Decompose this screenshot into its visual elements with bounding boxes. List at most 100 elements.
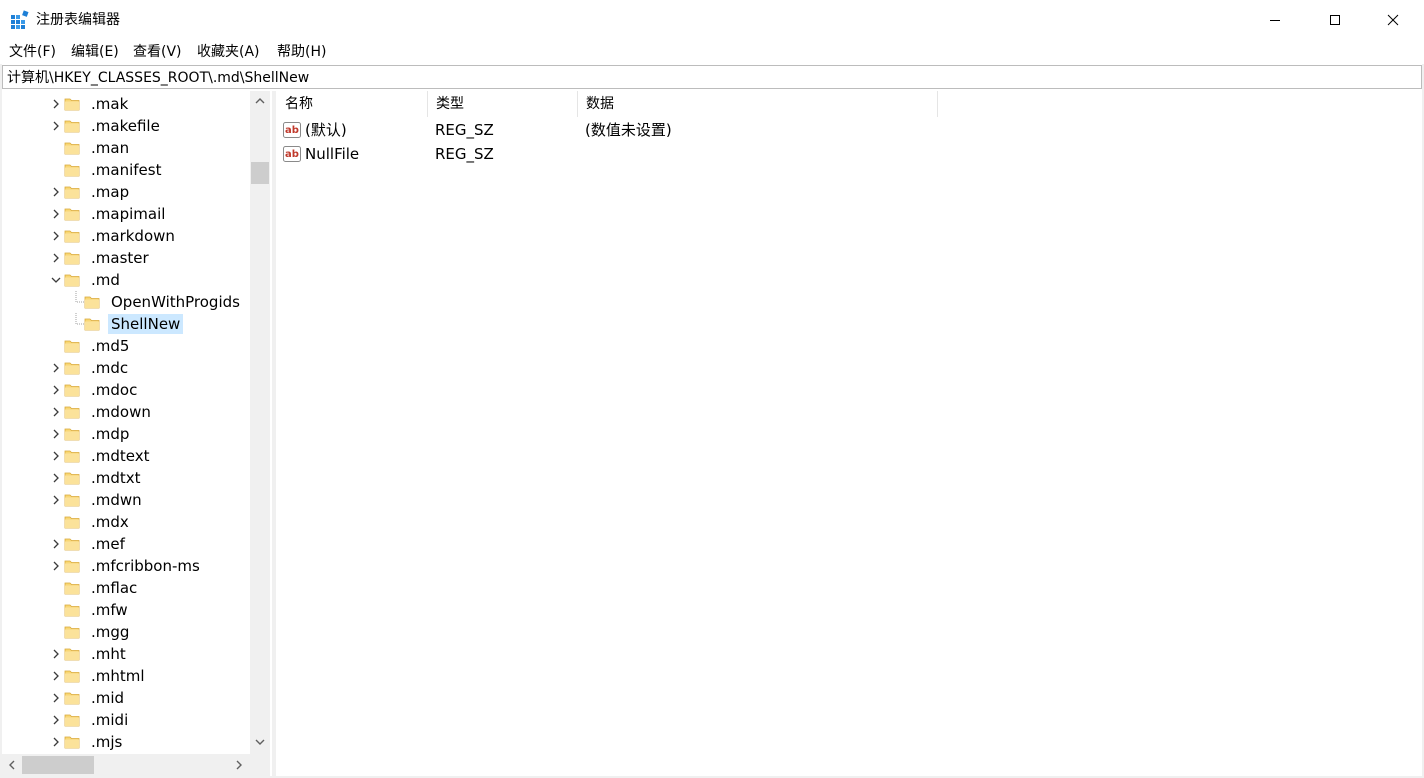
tree-item[interactable]: ShellNew xyxy=(2,313,250,335)
scroll-down-icon[interactable] xyxy=(255,737,265,747)
tree-item[interactable]: .mflac xyxy=(2,577,250,599)
tree-item[interactable]: .markdown xyxy=(2,225,250,247)
expand-chevron-icon[interactable] xyxy=(48,93,64,115)
minimize-button[interactable] xyxy=(1246,0,1304,40)
tree-item[interactable]: .mgg xyxy=(2,621,250,643)
tree-item[interactable]: .mhtml xyxy=(2,665,250,687)
tree-item[interactable]: .man xyxy=(2,137,250,159)
expand-chevron-icon[interactable] xyxy=(48,533,64,555)
tree-item[interactable]: .master xyxy=(2,247,250,269)
tree-item[interactable]: .md5 xyxy=(2,335,250,357)
expand-chevron-icon[interactable] xyxy=(48,423,64,445)
tree-vertical-scroll-thumb[interactable] xyxy=(251,162,269,184)
address-path[interactable]: 计算机\HKEY_CLASSES_ROOT\.md\ShellNew xyxy=(7,68,309,88)
expand-chevron-icon[interactable] xyxy=(48,555,64,577)
tree-item[interactable]: .md xyxy=(2,269,250,291)
column-header-name[interactable]: 名称 xyxy=(277,91,428,117)
expand-chevron-icon[interactable] xyxy=(48,247,64,269)
collapse-chevron-icon[interactable] xyxy=(48,269,64,291)
tree-item-label: .mfw xyxy=(91,601,128,619)
tree-item[interactable]: .mef xyxy=(2,533,250,555)
maximize-button[interactable] xyxy=(1306,0,1364,40)
tree-item-label: .mhtml xyxy=(91,667,145,685)
folder-icon xyxy=(64,274,80,287)
close-button[interactable] xyxy=(1364,0,1422,40)
menu-bar: 文件(F) 编辑(E) 查看(V) 收藏夹(A) 帮助(H) xyxy=(0,40,1424,64)
expand-chevron-icon[interactable] xyxy=(48,181,64,203)
expand-chevron-icon[interactable] xyxy=(48,643,64,665)
folder-icon xyxy=(64,494,80,507)
menu-file[interactable]: 文件(F) xyxy=(9,43,56,61)
folder-icon xyxy=(64,582,80,595)
expand-chevron-icon[interactable] xyxy=(48,225,64,247)
tree-item[interactable]: .mjs xyxy=(2,731,250,753)
value-row[interactable]: ab NullFile REG_SZ xyxy=(277,142,1377,166)
menu-favorites[interactable]: 收藏夹(A) xyxy=(197,43,260,61)
scroll-up-icon[interactable] xyxy=(255,96,265,106)
folder-icon xyxy=(64,670,80,683)
svg-text:ab: ab xyxy=(285,125,299,136)
tree-item[interactable]: .mdtext xyxy=(2,445,250,467)
tree-item[interactable]: .makefile xyxy=(2,115,250,137)
tree-item[interactable]: .mfcribbon-ms xyxy=(2,555,250,577)
tree-item[interactable]: .mdx xyxy=(2,511,250,533)
expand-chevron-icon[interactable] xyxy=(48,401,64,423)
values-list[interactable]: 名称 类型 数据 ab (默认) REG_SZ (数值未设置) ab NullF… xyxy=(277,91,1422,776)
close-icon xyxy=(1387,14,1399,26)
scroll-left-icon[interactable] xyxy=(7,760,17,770)
expand-chevron-icon[interactable] xyxy=(48,467,64,489)
tree-item-label: ShellNew xyxy=(108,314,184,334)
tree-item-label: .markdown xyxy=(91,227,175,245)
tree-item[interactable]: .midi xyxy=(2,709,250,731)
tree-item[interactable]: .mapimail xyxy=(2,203,250,225)
folder-icon xyxy=(64,604,80,617)
tree-horizontal-scroll-thumb[interactable] xyxy=(22,756,94,774)
expand-chevron-icon[interactable] xyxy=(48,665,64,687)
expand-chevron-icon[interactable] xyxy=(48,489,64,511)
folder-icon xyxy=(64,186,80,199)
tree-item[interactable]: .mdoc xyxy=(2,379,250,401)
tree-item[interactable]: .mfw xyxy=(2,599,250,621)
expand-chevron-icon[interactable] xyxy=(48,731,64,753)
tree-item[interactable]: .mak xyxy=(2,93,250,115)
folder-icon xyxy=(84,296,100,309)
string-value-icon: ab xyxy=(283,146,301,162)
expand-chevron-icon[interactable] xyxy=(48,357,64,379)
expand-chevron-icon[interactable] xyxy=(48,379,64,401)
tree-item[interactable]: .mdp xyxy=(2,423,250,445)
menu-edit[interactable]: 编辑(E) xyxy=(71,43,119,61)
tree-horizontal-scrollbar[interactable] xyxy=(2,754,250,776)
value-row[interactable]: ab (默认) REG_SZ (数值未设置) xyxy=(277,118,1377,142)
expand-chevron-icon[interactable] xyxy=(48,709,64,731)
expand-chevron-icon[interactable] xyxy=(48,687,64,709)
scroll-right-icon[interactable] xyxy=(234,760,244,770)
folder-icon xyxy=(64,714,80,727)
folder-icon xyxy=(64,252,80,265)
tree-item[interactable]: OpenWithProgids xyxy=(2,291,250,313)
registry-tree[interactable]: .mak .makefile .man .manifest .map .mapimail.… xyxy=(2,91,270,776)
column-header-type[interactable]: 类型 xyxy=(428,91,578,117)
expand-chevron-icon[interactable] xyxy=(48,115,64,137)
expand-chevron-icon[interactable] xyxy=(48,203,64,225)
folder-icon xyxy=(64,98,80,111)
pane-splitter[interactable] xyxy=(272,91,276,776)
menu-help[interactable]: 帮助(H) xyxy=(277,43,326,61)
tree-item[interactable]: .mid xyxy=(2,687,250,709)
tree-item[interactable]: .mht xyxy=(2,643,250,665)
column-header-data[interactable]: 数据 xyxy=(578,91,938,117)
value-type: REG_SZ xyxy=(435,145,494,163)
tree-item-label: .midi xyxy=(91,711,129,729)
address-bar[interactable]: 计算机\HKEY_CLASSES_ROOT\.md\ShellNew xyxy=(2,65,1422,89)
tree-item[interactable]: .mdc xyxy=(2,357,250,379)
tree-item[interactable]: .mdown xyxy=(2,401,250,423)
menu-view[interactable]: 查看(V) xyxy=(133,43,182,61)
tree-item[interactable]: .manifest xyxy=(2,159,250,181)
folder-icon xyxy=(64,362,80,375)
tree-item[interactable]: .map xyxy=(2,181,250,203)
expand-chevron-icon[interactable] xyxy=(48,445,64,467)
tree-vertical-scrollbar[interactable] xyxy=(250,91,270,754)
tree-item[interactable]: .mdtxt xyxy=(2,467,250,489)
tree-item-label: .mflac xyxy=(91,579,138,597)
tree-item[interactable]: .mdwn xyxy=(2,489,250,511)
tree-item-label: .mgg xyxy=(91,623,130,641)
